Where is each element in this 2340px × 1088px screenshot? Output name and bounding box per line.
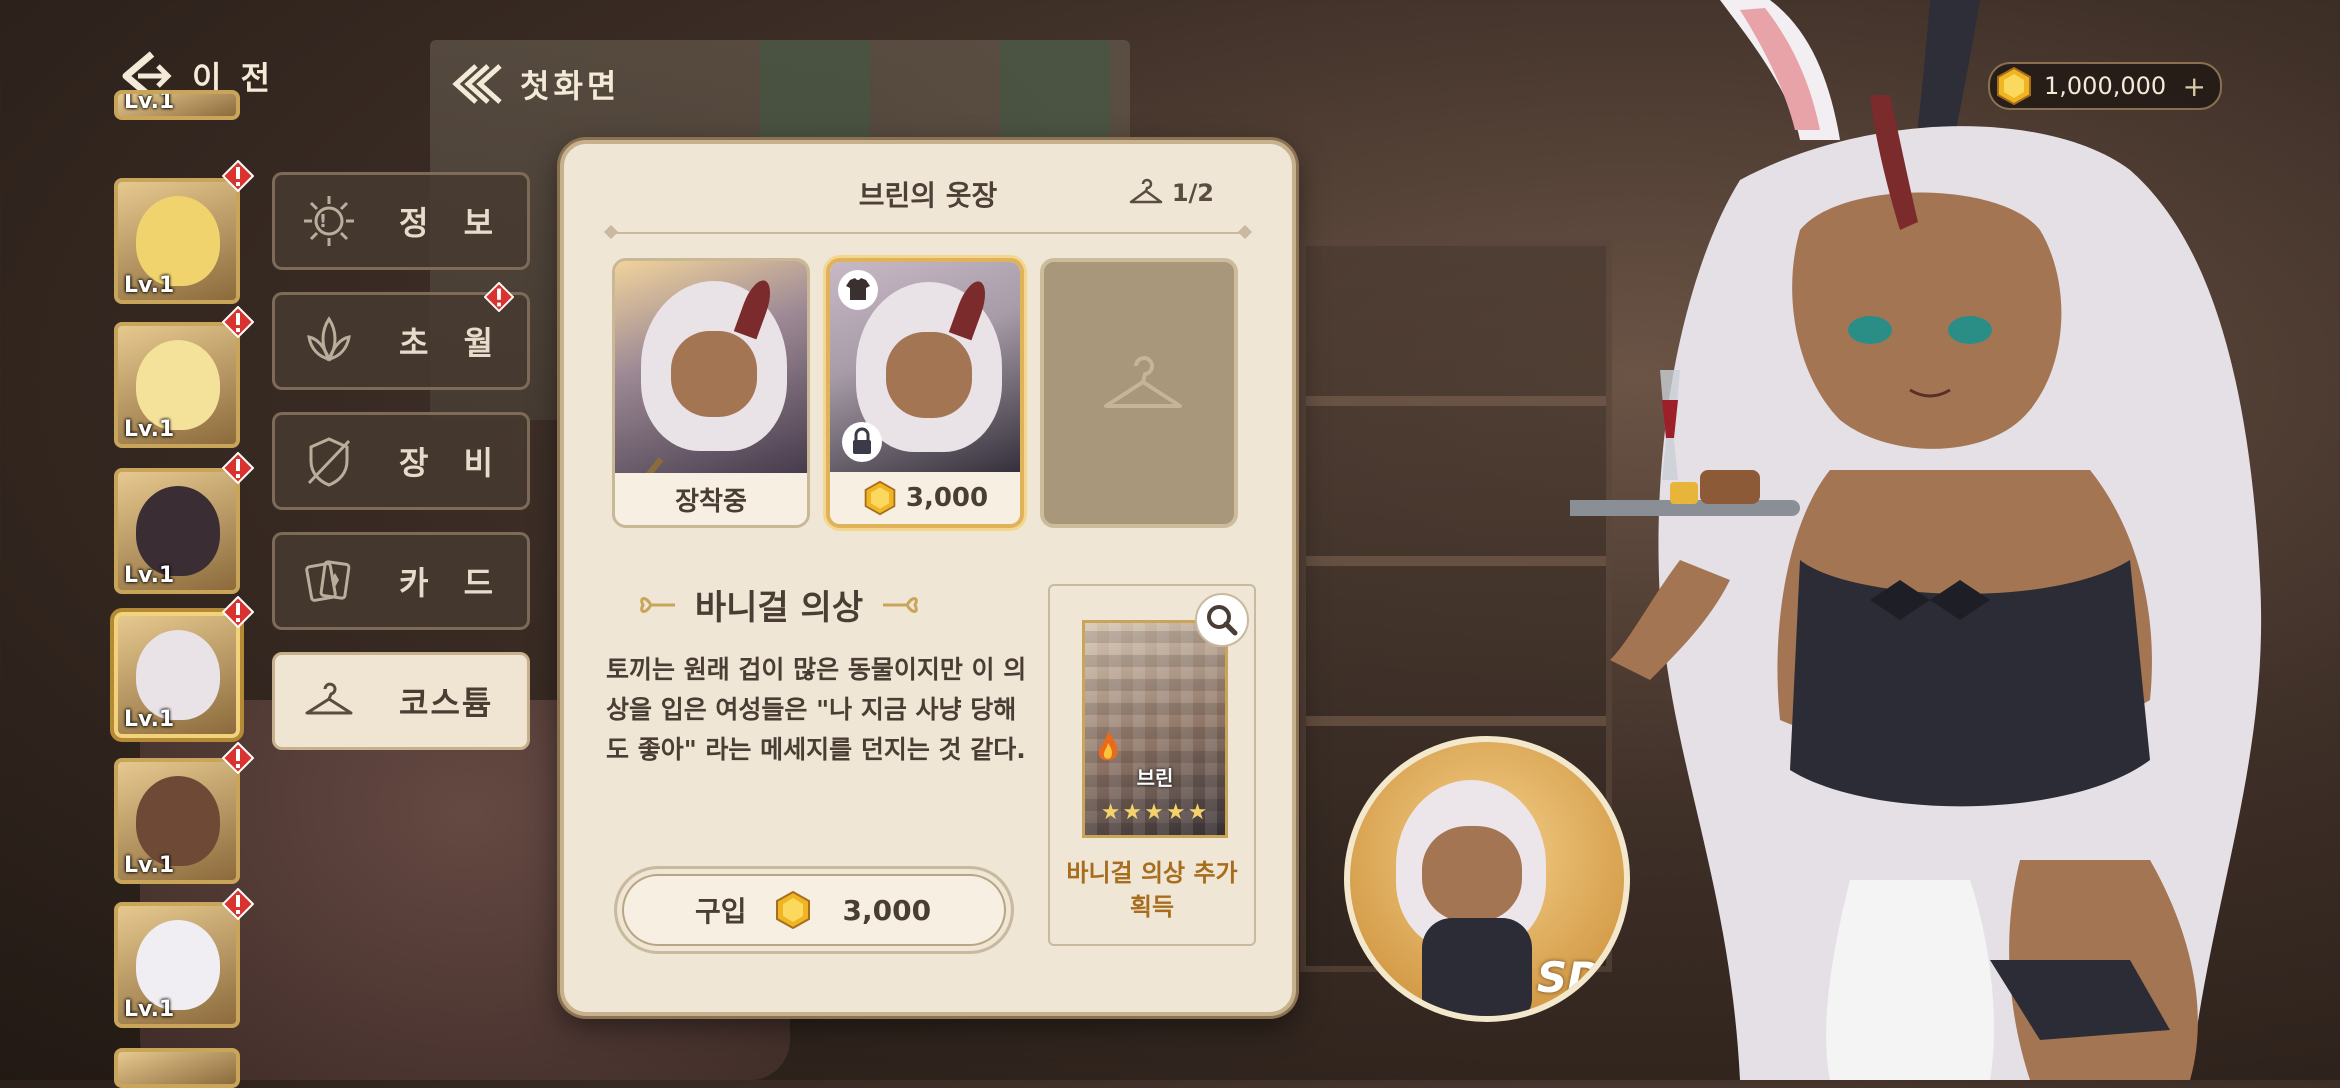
character-level: Lv.1 bbox=[124, 417, 175, 442]
costume-description: 토끼는 원래 겁이 많은 동물이지만 이 의상을 입은 여성들은 "나 지금 사… bbox=[606, 655, 1027, 764]
shirt-icon bbox=[838, 270, 878, 310]
bonus-reward: 브린 ★★★★★ 바니걸 의상 추가 획득 bbox=[1048, 584, 1256, 946]
costume-count: 1/2 bbox=[1128, 178, 1214, 208]
costume-price-value: 3,000 bbox=[905, 483, 989, 513]
home-label: 첫화면 bbox=[520, 67, 621, 105]
costume-slot-equipped[interactable]: 장착중 bbox=[612, 258, 810, 528]
costume-slot-empty[interactable] bbox=[1040, 258, 1238, 528]
buy-label: 구입 bbox=[695, 895, 747, 928]
costume-count-value: 1/2 bbox=[1171, 179, 1214, 207]
menu-info-label: 정 보 bbox=[399, 204, 506, 242]
menu-costume-label: 코스튬 bbox=[399, 684, 494, 722]
flourish-right-icon bbox=[883, 596, 918, 613]
alert-icon bbox=[222, 160, 254, 192]
home-chevrons-icon bbox=[452, 64, 502, 104]
sd-preview-button[interactable]: SD bbox=[1344, 736, 1630, 1022]
transcend-lotus-icon bbox=[307, 316, 351, 362]
character-card[interactable]: Lv.1 bbox=[114, 758, 240, 884]
alert-icon bbox=[222, 452, 254, 484]
info-sun-icon: ! bbox=[304, 196, 354, 246]
equipment-shield-icon bbox=[307, 437, 351, 487]
costume-thumbnail bbox=[615, 261, 807, 479]
bonus-card-name: 브린 bbox=[1136, 766, 1174, 790]
menu-card-label: 카 드 bbox=[399, 564, 506, 602]
wardrobe-panel: 브린의 옷장 1/2 장착중 3,000 바니걸 의상 토끼는 원래 겁이 많은… bbox=[560, 140, 1296, 1016]
alert-icon bbox=[222, 306, 254, 338]
costume-equipped-label: 장착중 bbox=[615, 473, 807, 525]
bonus-card-stars: ★★★★★ bbox=[1100, 800, 1210, 825]
menu-transcend-label: 초 월 bbox=[399, 324, 506, 362]
character-card[interactable]: Lv.1 bbox=[114, 468, 240, 594]
menu-costume-button[interactable]: 코스튬 bbox=[272, 652, 530, 750]
flourish-left-icon bbox=[640, 596, 675, 613]
costume-name: 바니걸 의상 bbox=[694, 588, 864, 628]
alert-icon bbox=[222, 888, 254, 920]
alert-icon bbox=[484, 282, 514, 312]
menu-equipment-label: 장 비 bbox=[399, 444, 506, 482]
character-card[interactable]: Lv.1 bbox=[114, 178, 240, 304]
buy-price: 3,000 bbox=[842, 893, 932, 927]
menu-card-button[interactable]: 카 드 bbox=[272, 532, 530, 630]
title-divider bbox=[614, 232, 1242, 234]
fire-element-icon bbox=[1098, 731, 1118, 761]
menu-info-button[interactable]: ! 정 보 bbox=[272, 172, 530, 270]
character-card-partial[interactable]: Lv.1 bbox=[114, 90, 240, 120]
costume-name-header: 바니걸 의상 bbox=[634, 580, 924, 629]
character-card-partial[interactable] bbox=[114, 1048, 240, 1088]
character-level: Lv.1 bbox=[124, 90, 175, 114]
character-card[interactable]: Lv.1 bbox=[114, 322, 240, 448]
alert-icon bbox=[222, 742, 254, 774]
character-card[interactable]: Lv.1 bbox=[114, 902, 240, 1028]
alert-icon bbox=[222, 596, 254, 628]
character-level: Lv.1 bbox=[124, 707, 175, 732]
menu-equipment-button[interactable]: 장 비 bbox=[272, 412, 530, 510]
magnifier-icon[interactable] bbox=[1194, 592, 1250, 648]
gem-icon bbox=[864, 480, 896, 516]
buy-button[interactable]: 구입 3,000 bbox=[614, 866, 1014, 954]
character-illustration bbox=[1570, 0, 2262, 1080]
hanger-icon bbox=[1104, 356, 1182, 408]
character-level: Lv.1 bbox=[124, 563, 175, 588]
costume-slot-bunny[interactable]: 3,000 bbox=[826, 258, 1024, 528]
sd-label: SD bbox=[1536, 953, 1602, 1002]
character-card-selected[interactable]: Lv.1 bbox=[114, 612, 240, 738]
hanger-icon bbox=[1129, 178, 1163, 204]
costume-price: 3,000 bbox=[830, 472, 1020, 524]
character-level: Lv.1 bbox=[124, 853, 175, 878]
hanger-icon bbox=[305, 682, 353, 715]
card-deck-icon bbox=[305, 560, 351, 602]
bonus-text: 바니걸 의상 추가 획득 bbox=[1066, 859, 1238, 921]
svg-text:!: ! bbox=[319, 211, 339, 232]
lock-icon bbox=[842, 422, 882, 462]
character-level: Lv.1 bbox=[124, 273, 175, 298]
bonus-character-card[interactable]: 브린 ★★★★★ bbox=[1082, 620, 1228, 838]
home-button[interactable]: 첫화면 bbox=[446, 56, 620, 112]
gem-icon bbox=[775, 890, 810, 930]
character-level: Lv.1 bbox=[124, 997, 175, 1022]
